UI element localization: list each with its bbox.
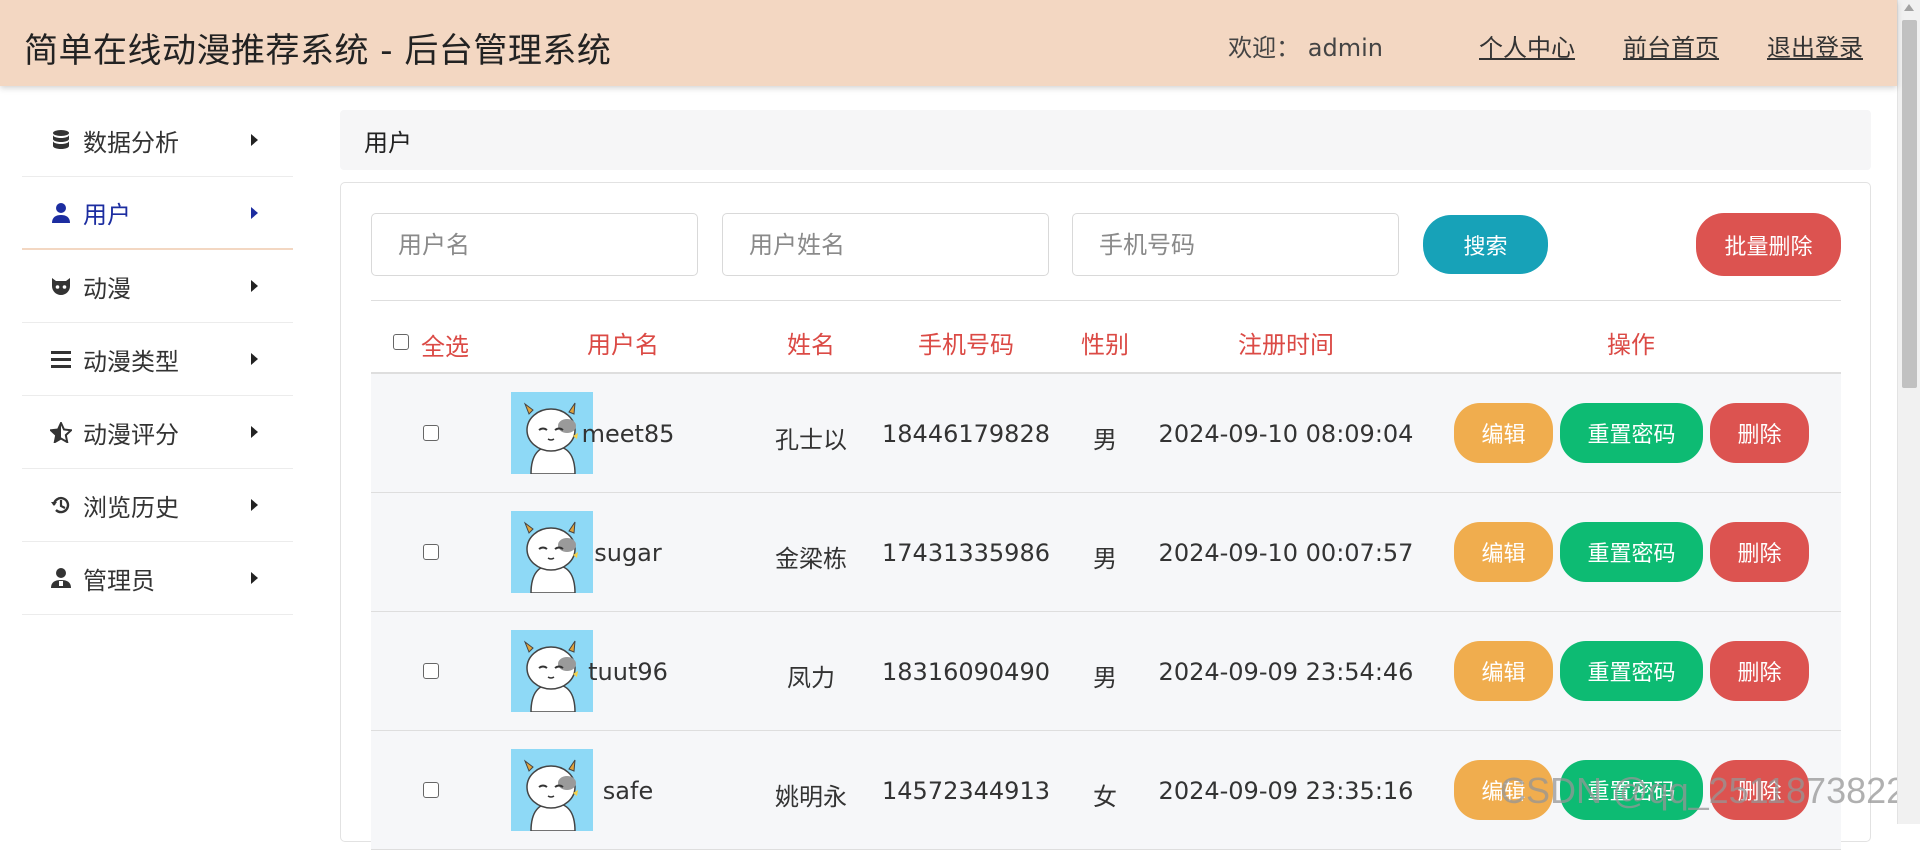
cell-gender: 男 (1093, 664, 1117, 692)
edit-button[interactable]: 编辑 (1454, 641, 1553, 701)
main-panel: 搜索 批量删除 全选 用户名 姓名 手机号码 性别 注册时间 操作 meet85… (340, 182, 1871, 850)
cell-phone: 18446179828 (882, 420, 1050, 448)
admin-user-icon (50, 567, 72, 589)
sidebar-item-label: 动漫类型 (83, 347, 179, 376)
name-search-input[interactable] (722, 213, 1049, 276)
avatar (511, 630, 593, 712)
caret-right-icon (251, 426, 258, 438)
sidebar-item-anime-types[interactable]: 动漫类型 (22, 323, 293, 396)
caret-right-icon (251, 572, 258, 584)
cell-name: 金梁栋 (775, 545, 847, 573)
row-checkbox[interactable] (423, 782, 439, 798)
header-actions: 操作 (1607, 331, 1655, 359)
cell-phone: 18316090490 (882, 658, 1050, 686)
sidebar-item-admins[interactable]: 管理员 (22, 542, 293, 615)
user-icon (50, 202, 72, 224)
caret-right-icon (251, 499, 258, 511)
star-half-icon (50, 421, 72, 443)
welcome-text: 欢迎： admin (1228, 34, 1383, 62)
username-search-input[interactable] (371, 213, 698, 276)
header-gender: 性别 (1081, 331, 1129, 359)
delete-button[interactable]: 删除 (1710, 403, 1809, 463)
sidebar-item-label: 数据分析 (83, 128, 179, 157)
frontend-home-link[interactable]: 前台首页 (1623, 28, 1719, 63)
avatar (511, 511, 593, 593)
page-scrollbar[interactable] (1897, 0, 1920, 824)
scroll-up-icon[interactable] (1904, 4, 1914, 11)
app-title: 简单在线动漫推荐系统 - 后台管理系统 (24, 31, 612, 71)
header-username: 用户名 (587, 331, 659, 359)
cell-register-time: 2024-09-10 08:09:04 (1158, 420, 1414, 448)
table-row: sugar 金梁栋 17431335986 男 2024-09-10 00:07… (371, 493, 1841, 612)
logout-link[interactable]: 退出登录 (1767, 28, 1863, 63)
users-table: 全选 用户名 姓名 手机号码 性别 注册时间 操作 meet85 孔士以 184… (371, 300, 1841, 850)
database-icon (50, 129, 72, 151)
sidebar-item-label: 管理员 (83, 566, 155, 595)
row-checkbox[interactable] (423, 544, 439, 560)
sidebar-item-label: 动漫评分 (83, 420, 179, 449)
avatar (511, 749, 593, 831)
sidebar: 数据分析 用户 动漫 动漫类型 动漫评分 浏览历史 管理员 (22, 104, 293, 615)
reset-password-button[interactable]: 重置密码 (1560, 641, 1703, 701)
cell-gender: 男 (1093, 545, 1117, 573)
sidebar-item-label: 浏览历史 (83, 493, 179, 522)
profile-link[interactable]: 个人中心 (1479, 28, 1575, 63)
edit-button[interactable]: 编辑 (1454, 403, 1553, 463)
sidebar-item-anime-ratings[interactable]: 动漫评分 (22, 396, 293, 469)
reset-password-button[interactable]: 重置密码 (1560, 522, 1703, 582)
table-header: 全选 用户名 姓名 手机号码 性别 注册时间 操作 (371, 300, 1841, 374)
watermark: CSDN @qq_2511873822 (1500, 770, 1907, 811)
page-title: 用户 (340, 110, 1871, 170)
row-checkbox[interactable] (423, 425, 439, 441)
search-button[interactable]: 搜索 (1423, 215, 1548, 274)
cell-register-time: 2024-09-09 23:35:16 (1158, 777, 1414, 805)
scroll-thumb[interactable] (1902, 20, 1917, 388)
header-register-time: 注册时间 (1238, 331, 1334, 359)
header-name: 姓名 (787, 331, 835, 359)
cell-username: meet85 (581, 420, 675, 448)
cell-name: 孔士以 (775, 426, 847, 454)
cell-phone: 17431335986 (882, 539, 1050, 567)
sidebar-item-data-analysis[interactable]: 数据分析 (22, 104, 293, 177)
cell-phone: 14572344913 (882, 777, 1050, 805)
cell-gender: 男 (1093, 426, 1117, 454)
row-checkbox[interactable] (423, 663, 439, 679)
delete-button[interactable]: 删除 (1710, 522, 1809, 582)
edit-button[interactable]: 编辑 (1454, 522, 1553, 582)
batch-delete-button[interactable]: 批量删除 (1696, 213, 1841, 276)
cell-name: 姚明永 (775, 783, 847, 811)
cell-username: sugar (594, 539, 662, 567)
delete-button[interactable]: 删除 (1710, 641, 1809, 701)
select-all-checkbox[interactable] (393, 333, 409, 350)
list-icon (50, 348, 72, 370)
cell-username: safe (602, 777, 654, 805)
cell-register-time: 2024-09-09 23:54:46 (1158, 658, 1414, 686)
cell-gender: 女 (1093, 783, 1117, 811)
cell-name: 凤力 (787, 664, 835, 692)
top-header: 简单在线动漫推荐系统 - 后台管理系统 欢迎： admin 个人中心 前台首页 … (0, 0, 1897, 86)
select-all[interactable]: 全选 (393, 327, 469, 362)
phone-search-input[interactable] (1072, 213, 1399, 276)
cell-register-time: 2024-09-10 00:07:57 (1158, 539, 1414, 567)
cell-username: tuut96 (588, 658, 668, 686)
header-nav: 欢迎： admin 个人中心 前台首页 退出登录 (1228, 28, 1863, 63)
sidebar-item-label: 用户 (83, 201, 131, 229)
github-cat-icon (50, 275, 72, 297)
table-row: tuut96 凤力 18316090490 男 2024-09-09 23:54… (371, 612, 1841, 731)
sidebar-item-anime[interactable]: 动漫 (22, 250, 293, 323)
sidebar-item-label: 动漫 (83, 274, 131, 303)
table-row: meet85 孔士以 18446179828 男 2024-09-10 08:0… (371, 374, 1841, 493)
header-phone: 手机号码 (918, 331, 1014, 359)
history-icon (50, 494, 72, 516)
caret-right-icon (251, 280, 258, 292)
sidebar-item-users[interactable]: 用户 (22, 177, 293, 250)
select-all-label: 全选 (421, 333, 469, 361)
caret-right-icon (251, 207, 258, 219)
caret-right-icon (251, 134, 258, 146)
reset-password-button[interactable]: 重置密码 (1560, 403, 1703, 463)
caret-right-icon (251, 353, 258, 365)
sidebar-item-history[interactable]: 浏览历史 (22, 469, 293, 542)
